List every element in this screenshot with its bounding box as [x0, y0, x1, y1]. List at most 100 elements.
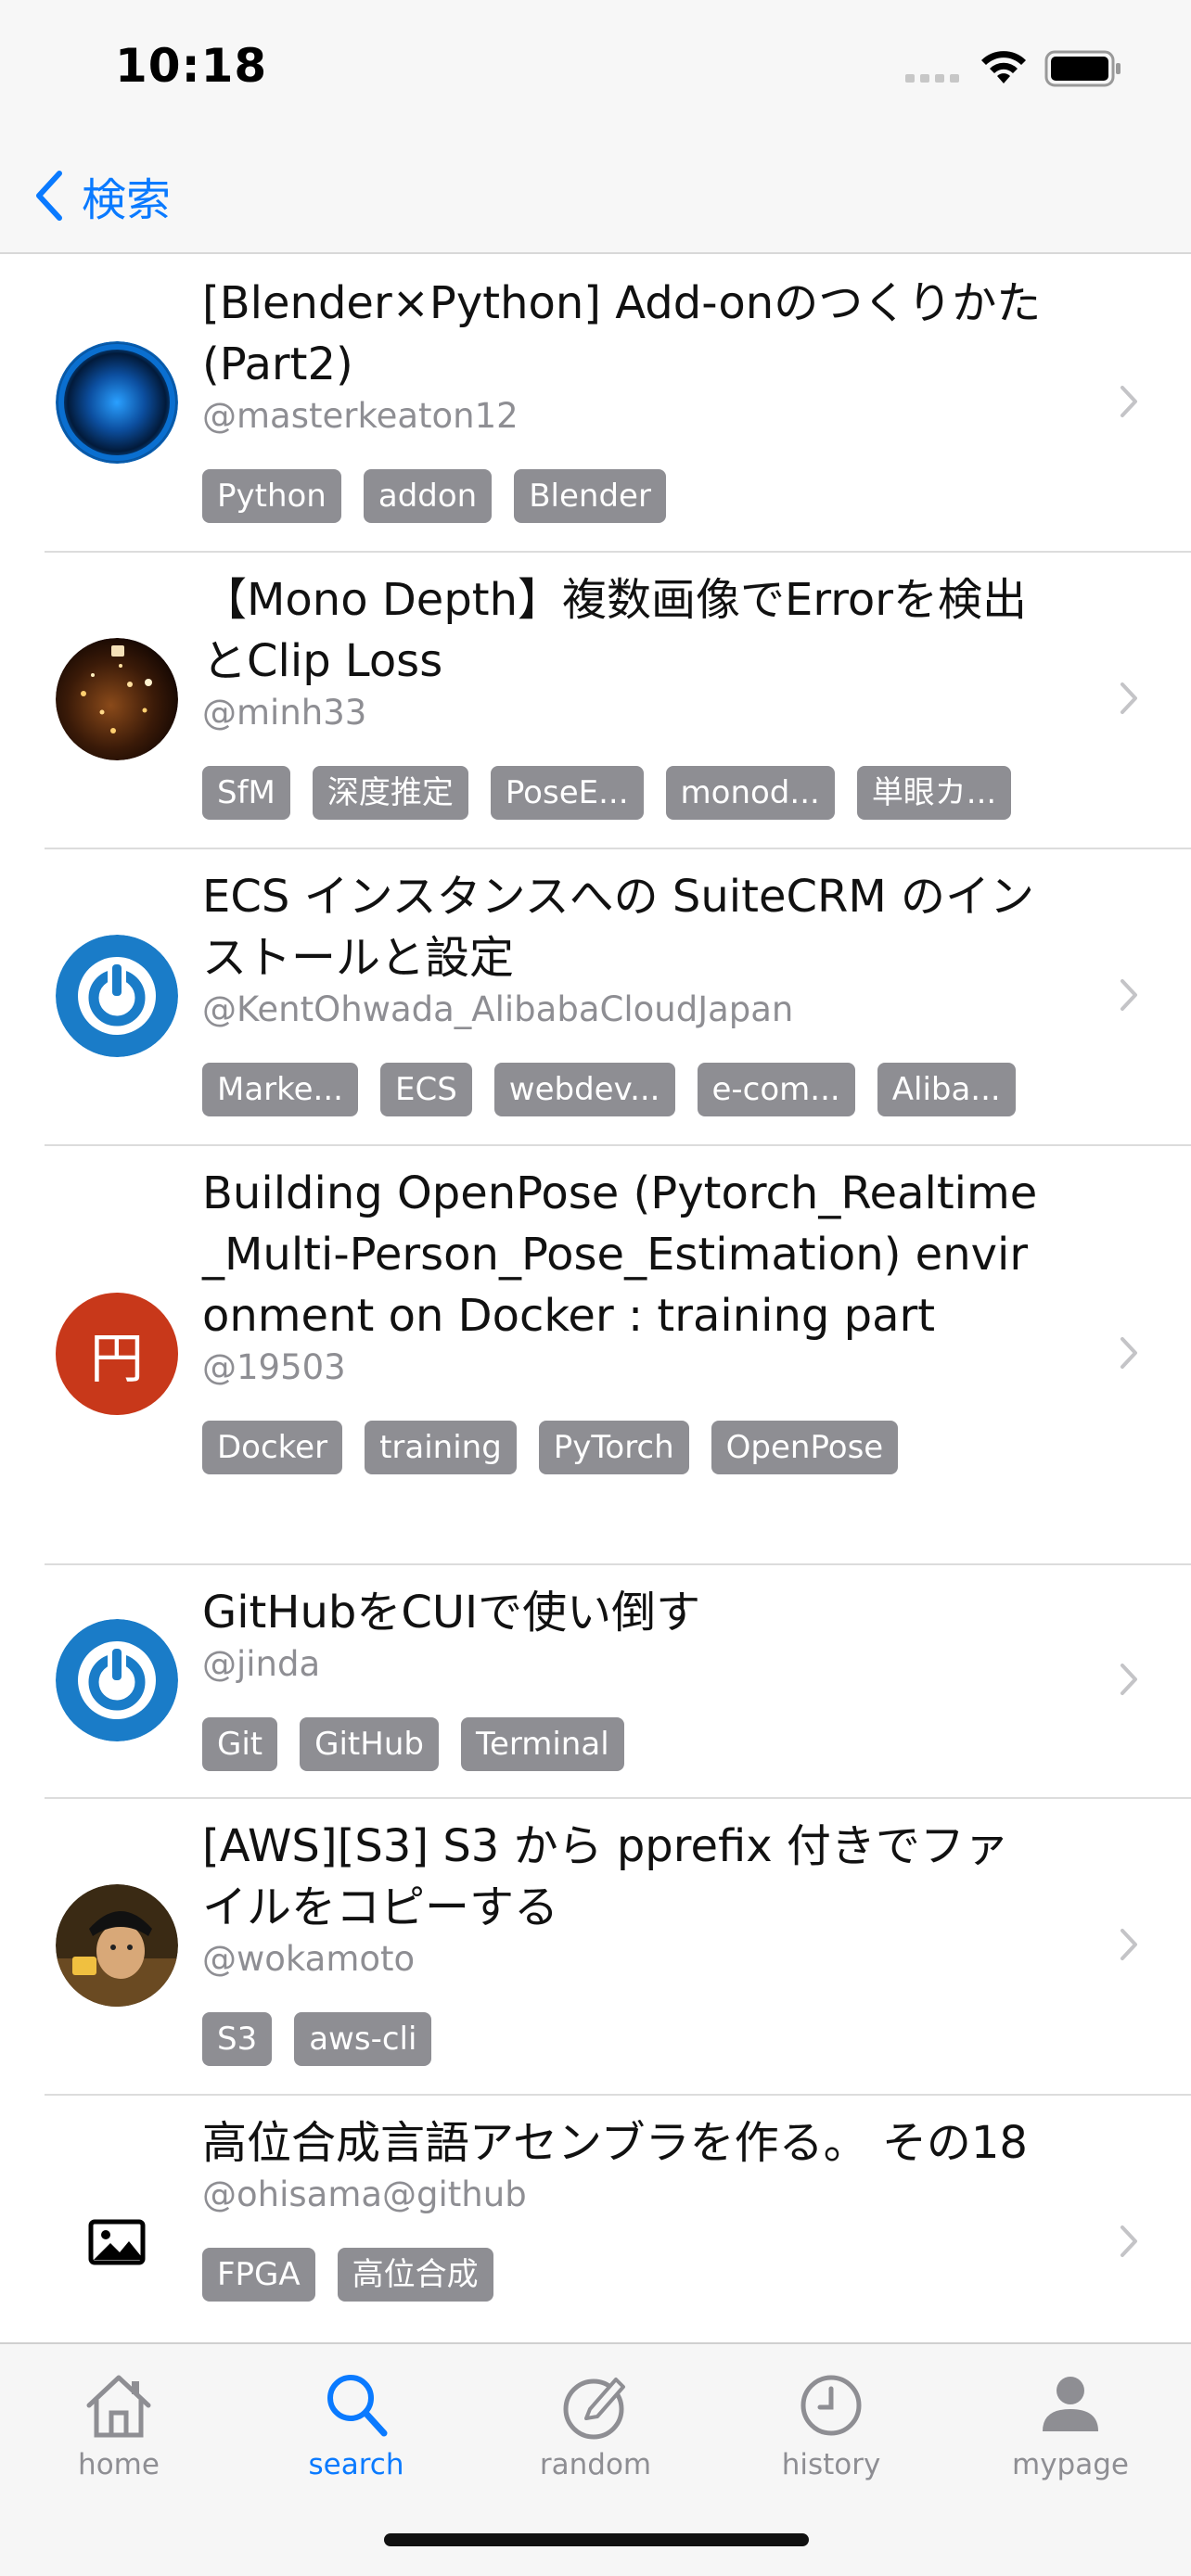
tab-label: search	[308, 2448, 404, 2481]
chevron-left-icon	[36, 171, 62, 221]
tag[interactable]: aws-cli	[294, 2012, 432, 2066]
article-author: @wokamoto	[202, 1939, 416, 1979]
tag-list: FPGA 高位合成	[202, 2248, 1052, 2302]
tag-list: Python addon Blender	[202, 469, 1052, 523]
tag[interactable]: Python	[202, 469, 341, 523]
tab-label: mypage	[1012, 2448, 1129, 2481]
avatar	[56, 341, 178, 464]
person-icon	[1043, 2377, 1098, 2431]
row-content: [AWS][S3] S3 から pprefix 付きでファイルをコピーする @w…	[202, 1816, 1052, 2066]
article-title: 高位合成言語アセンブラを作る。 その18	[202, 2117, 1028, 2169]
chevron-right-icon	[1121, 682, 1137, 714]
article-row[interactable]: 高位合成言語アセンブラを作る。 その18 @ohisama@github FPG…	[0, 2094, 1191, 2342]
pencil-circle-icon	[563, 2378, 625, 2440]
row-content: [Blender×Python] Add-onのつくりかた(Part2) @ma…	[202, 273, 1052, 523]
chevron-right-icon	[1121, 1337, 1137, 1369]
chevron-right-icon	[1121, 979, 1137, 1011]
tag[interactable]: S3	[202, 2012, 273, 2066]
article-row[interactable]: [Blender×Python] Add-onのつくりかた(Part2) @ma…	[0, 254, 1191, 553]
chevron-right-icon	[1121, 1929, 1137, 1960]
tag-list: S3 aws-cli	[202, 2012, 1052, 2066]
article-author: @minh33	[202, 693, 367, 733]
tag[interactable]: Marke...	[202, 1063, 358, 1116]
chevron-right-icon	[1121, 386, 1137, 417]
avatar	[56, 638, 178, 760]
tag[interactable]: Terminal	[460, 1717, 624, 1771]
article-list: [Blender×Python] Add-onのつくりかた(Part2) @ma…	[0, 254, 1191, 2342]
avatar	[56, 1619, 178, 1741]
tag[interactable]: Aliba...	[877, 1063, 1016, 1116]
row-content: Building OpenPose (Pytorch_Realtime_Mult…	[202, 1163, 1052, 1474]
avatar: 円	[56, 1293, 178, 1415]
row-content: 高位合成言語アセンブラを作る。 その18 @ohisama@github FPG…	[202, 2112, 1052, 2302]
tag-list: SfM 深度推定 PoseE... monod... 単眼カ...	[202, 766, 1052, 820]
tag[interactable]: PoseE...	[490, 766, 644, 820]
avatar	[56, 1884, 178, 2007]
article-author: @masterkeaton12	[202, 396, 519, 436]
tag[interactable]: monod...	[665, 766, 835, 820]
article-row[interactable]: GitHubをCUIで使い倒す @jinda Git GitHub Termin…	[0, 1563, 1191, 1799]
article-author: @KentOhwada_AlibabaCloudJapan	[202, 989, 794, 1029]
tab-history[interactable]: history	[729, 2368, 933, 2498]
article-title: ECS インスタンスへの SuiteCRM のインストールと設定	[202, 871, 1035, 984]
tag[interactable]: OpenPose	[711, 1421, 899, 1474]
back-button-label: 検索	[82, 174, 172, 226]
tag[interactable]: FPGA	[202, 2248, 315, 2302]
tag[interactable]: ECS	[379, 1063, 472, 1116]
tab-mypage[interactable]: mypage	[968, 2368, 1172, 2498]
tab-home[interactable]: home	[17, 2368, 221, 2498]
article-title: Building OpenPose (Pytorch_Realtime_Mult…	[202, 1167, 1038, 1342]
tag[interactable]: Blender	[514, 469, 666, 523]
article-row[interactable]: [AWS][S3] S3 から pprefix 付きでファイルをコピーする @w…	[0, 1797, 1191, 2096]
image-placeholder-icon	[56, 2181, 178, 2303]
tag[interactable]: 単眼カ...	[856, 766, 1012, 820]
article-row[interactable]: 円 Building OpenPose (Pytorch_Realtime_Mu…	[0, 1144, 1191, 1565]
battery-icon	[1044, 50, 1121, 87]
article-title: [AWS][S3] S3 から pprefix 付きでファイルをコピーする	[202, 1820, 1009, 1933]
cellular-signal-icon	[905, 74, 959, 83]
house-icon	[86, 2375, 151, 2438]
back-button[interactable]: 検索	[33, 163, 171, 228]
article-title: 【Mono Depth】複数画像でErrorを検出とClip Loss	[202, 574, 1028, 687]
tag[interactable]: addon	[363, 469, 493, 523]
tag[interactable]: training	[365, 1421, 517, 1474]
tag-list: Git GitHub Terminal	[202, 1717, 1052, 1771]
article-author: @jinda	[202, 1644, 321, 1684]
article-row[interactable]: ECS インスタンスへの SuiteCRM のインストールと設定 @KentOh…	[0, 848, 1191, 1146]
row-content: ECS インスタンスへの SuiteCRM のインストールと設定 @KentOh…	[202, 866, 1052, 1116]
clock-icon	[800, 2375, 862, 2436]
article-row[interactable]: 【Mono Depth】複数画像でErrorを検出とClip Loss @min…	[0, 551, 1191, 849]
wifi-icon	[981, 51, 1026, 83]
tab-random[interactable]: random	[493, 2368, 698, 2498]
navigation-bar: 検索	[0, 139, 1191, 254]
tag[interactable]: SfM	[202, 766, 290, 820]
tag[interactable]: 深度推定	[312, 766, 468, 820]
row-content: 【Mono Depth】複数画像でErrorを検出とClip Loss @min…	[202, 569, 1052, 820]
tab-label: random	[539, 2448, 652, 2481]
chevron-right-icon	[1121, 2225, 1137, 2257]
avatar	[56, 935, 178, 1057]
tag[interactable]: Docker	[202, 1421, 343, 1474]
tag[interactable]: 高位合成	[337, 2248, 493, 2302]
article-author: @19503	[202, 1347, 346, 1387]
tag-list: Marke... ECS webdev... e-com... Aliba...	[202, 1063, 1052, 1116]
tag[interactable]: PyTorch	[538, 1421, 689, 1474]
chevron-right-icon	[1121, 1664, 1137, 1695]
article-author: @ohisama@github	[202, 2174, 527, 2214]
status-time: 10:18	[115, 39, 268, 93]
row-content: GitHubをCUIで使い倒す @jinda Git GitHub Termin…	[202, 1582, 1052, 1771]
tag[interactable]: e-com...	[697, 1063, 855, 1116]
home-indicator[interactable]	[384, 2533, 809, 2546]
tag-list: Docker training PyTorch OpenPose	[202, 1421, 1052, 1474]
tab-label: home	[78, 2448, 160, 2481]
tag[interactable]: GitHub	[300, 1717, 439, 1771]
article-title: [Blender×Python] Add-onのつくりかた(Part2)	[202, 277, 1042, 390]
status-bar: 10:18	[0, 0, 1191, 139]
tag[interactable]: webdev...	[493, 1063, 675, 1116]
tag[interactable]: Git	[202, 1717, 278, 1771]
tab-label: history	[781, 2448, 881, 2481]
avatar-initial: 円	[89, 1327, 144, 1390]
magnifier-icon	[327, 2375, 388, 2437]
article-title: GitHubをCUIで使い倒す	[202, 1587, 701, 1639]
tab-search[interactable]: search	[254, 2368, 458, 2498]
